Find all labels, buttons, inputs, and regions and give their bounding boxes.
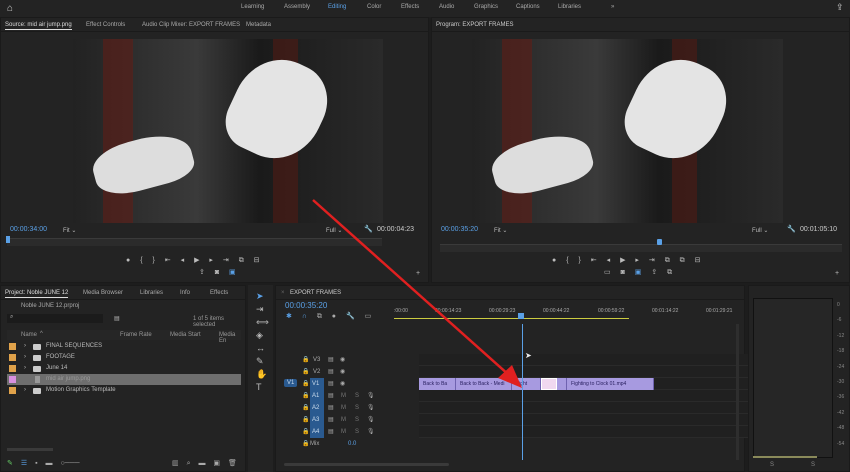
mouse-cursor-icon: ➤ [525,351,532,360]
annotation-arrow [312,199,522,388]
